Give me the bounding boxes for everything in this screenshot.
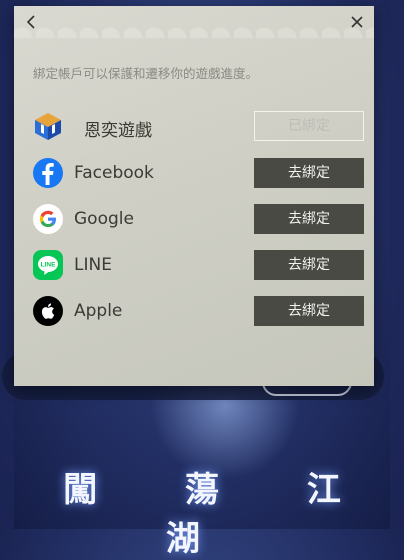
bind-apple-button[interactable]: 去綁定 xyxy=(254,296,364,326)
facebook-icon xyxy=(33,158,63,188)
bind-hint-text: 綁定帳戶可以保護和遷移你的遊戲進度。 xyxy=(33,66,259,81)
background-title: 闖 蕩 江 湖 xyxy=(63,470,379,559)
account-row-nx: 恩奕遊戲 已綁定 xyxy=(33,109,364,143)
account-row-google: Google 去綁定 xyxy=(33,202,364,236)
back-chevron-icon[interactable] xyxy=(20,11,42,33)
account-name: LINE xyxy=(74,255,112,275)
background-edge-left xyxy=(0,0,14,529)
bound-status-button: 已綁定 xyxy=(254,111,364,141)
account-row-facebook: Facebook 去綁定 xyxy=(33,156,364,190)
svg-text:LINE: LINE xyxy=(41,262,56,269)
account-name: Facebook xyxy=(74,163,154,183)
google-icon xyxy=(33,204,63,234)
bind-facebook-button[interactable]: 去綁定 xyxy=(254,158,364,188)
dialog-header xyxy=(14,6,374,38)
account-name: Google xyxy=(74,209,134,229)
account-name: 恩奕遊戲 xyxy=(84,121,152,141)
account-name: Apple xyxy=(74,301,123,321)
bind-account-dialog: 綁定帳戶可以保護和遷移你的遊戲進度。 恩奕遊戲 已綁定 Facebook 去綁定 xyxy=(14,6,374,386)
bind-line-button[interactable]: 去綁定 xyxy=(254,250,364,280)
nx-cube-icon xyxy=(33,111,63,141)
apple-icon xyxy=(33,296,63,326)
bind-google-button[interactable]: 去綁定 xyxy=(254,204,364,234)
close-icon[interactable] xyxy=(346,11,368,33)
account-row-line: LINE LINE 去綁定 xyxy=(33,248,364,282)
account-row-apple: Apple 去綁定 xyxy=(33,294,364,328)
line-icon: LINE xyxy=(33,250,63,280)
background-edge-right xyxy=(390,0,404,529)
